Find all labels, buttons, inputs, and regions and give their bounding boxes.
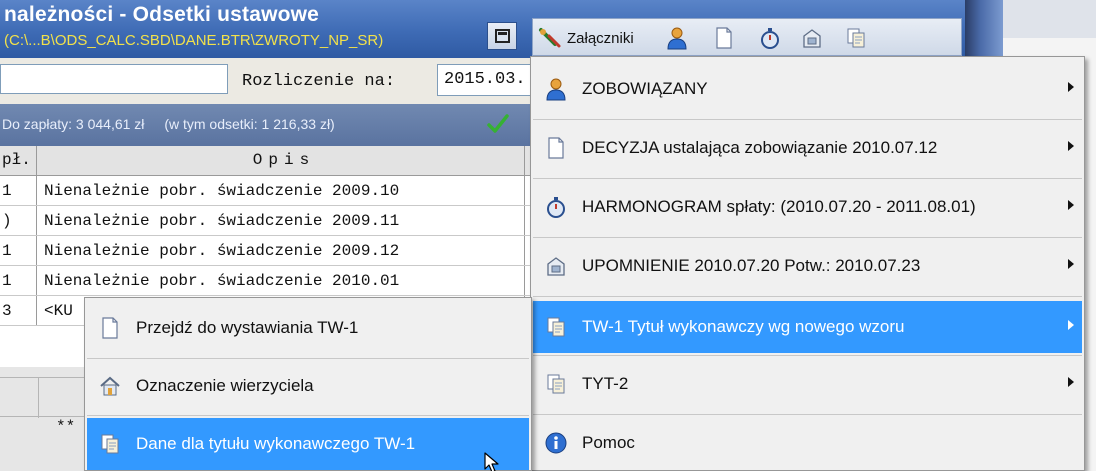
mailbox-icon bbox=[547, 257, 565, 276]
table-row[interactable]: 1 Nienależnie pobr. świadczenie 2009.12 bbox=[0, 236, 540, 266]
menu-item-tyt2[interactable]: TYT-2 bbox=[533, 358, 1082, 410]
mailbox-button[interactable] bbox=[801, 26, 823, 50]
submenu-arrow-icon bbox=[1068, 82, 1074, 92]
checkmark-icon[interactable] bbox=[486, 112, 510, 136]
table-row[interactable]: ) Nienależnie pobr. świadczenie 2009.11 bbox=[0, 206, 540, 236]
copy-documents-icon bbox=[847, 28, 865, 48]
totals-stars: ** bbox=[56, 418, 76, 436]
person-button[interactable] bbox=[666, 26, 688, 50]
submenu-arrow-icon bbox=[1068, 200, 1074, 210]
table-row[interactable]: 1 Nienależnie pobr. świadczenie 2009.10 bbox=[0, 176, 540, 206]
menu-item-pomoc[interactable]: Pomoc bbox=[533, 417, 1082, 469]
summary-text: Do zapłaty: 3 044,61 zł (w tym odsetki: … bbox=[2, 116, 335, 132]
calculator-icon bbox=[495, 29, 510, 43]
attachments-toolbar: Załączniki bbox=[532, 18, 962, 56]
submenu-item-dane-tw1[interactable]: Dane dla tytułu wykonawczego TW-1 bbox=[87, 418, 529, 470]
attachments-menu: ZOBOWIĄZANY DECYZJA ustalająca zobowiąza… bbox=[530, 56, 1085, 471]
left-text-field[interactable] bbox=[0, 64, 228, 94]
person-icon bbox=[667, 27, 687, 50]
copy-documents-button[interactable] bbox=[845, 26, 867, 50]
window-file-path: (C:\...B\ODS_CALC.SBD\DANE.BTR\ZWROTY_NP… bbox=[4, 32, 384, 49]
copy-documents-icon bbox=[547, 374, 565, 394]
background-window-header bbox=[1003, 0, 1096, 38]
column-header-description[interactable]: Opis bbox=[38, 146, 524, 175]
settlement-date-field[interactable]: 2015.03. bbox=[437, 64, 540, 96]
submenu-arrow-icon bbox=[1068, 377, 1074, 387]
person-icon bbox=[546, 78, 566, 101]
submenu-arrow-icon bbox=[1068, 320, 1074, 330]
document-icon bbox=[716, 27, 732, 49]
submenu-item-przejdz-tw1[interactable]: Przejdź do wystawiania TW-1 bbox=[87, 302, 529, 354]
menu-item-harmonogram[interactable]: HARMONOGRAM spłaty: (2010.07.20 - 2011.0… bbox=[533, 181, 1082, 233]
paperclip-icon bbox=[539, 28, 561, 48]
document-icon bbox=[548, 137, 564, 159]
table-header: pł. Opis bbox=[0, 146, 540, 176]
house-icon bbox=[100, 376, 120, 396]
copy-documents-icon bbox=[547, 317, 565, 337]
stopwatch-icon bbox=[761, 28, 779, 49]
calculator-button[interactable] bbox=[487, 22, 517, 50]
submenu-arrow-icon bbox=[1068, 259, 1074, 269]
settlement-label: Rozliczenie na: bbox=[242, 72, 396, 91]
column-header-no[interactable]: pł. bbox=[0, 146, 37, 175]
summary-bar: Do zapłaty: 3 044,61 zł (w tym odsetki: … bbox=[0, 104, 540, 146]
document-button[interactable] bbox=[713, 26, 735, 50]
tw1-submenu: Przejdź do wystawiania TW-1 Oznaczenie w… bbox=[84, 297, 532, 471]
menu-item-upomnienie[interactable]: UPOMNIENIE 2010.07.20 Potw.: 2010.07.23 bbox=[533, 240, 1082, 292]
stopwatch-icon bbox=[547, 197, 565, 218]
window-title: należności - Odsetki ustawowe bbox=[4, 3, 320, 26]
stopwatch-button[interactable] bbox=[759, 26, 781, 50]
menu-item-tw1[interactable]: TW-1 Tytuł wykonawczy wg nowego wzoru bbox=[533, 301, 1082, 353]
menu-item-zobowiazany[interactable]: ZOBOWIĄZANY bbox=[533, 63, 1082, 115]
info-icon bbox=[545, 432, 567, 454]
attachments-button[interactable]: Załączniki bbox=[537, 24, 634, 52]
amount-due: Do zapłaty: 3 044,61 zł bbox=[2, 116, 145, 132]
interest-amount: (w tym odsetki: 1 216,33 zł) bbox=[164, 116, 335, 132]
menu-item-decyzja[interactable]: DECYZJA ustalająca zobowiązanie 2010.07.… bbox=[533, 122, 1082, 174]
submenu-arrow-icon bbox=[1068, 141, 1074, 151]
copy-documents-icon bbox=[101, 434, 119, 454]
table-row[interactable]: 1 Nienależnie pobr. świadczenie 2010.01 bbox=[0, 266, 540, 296]
submenu-item-oznaczenie-wierzyciela[interactable]: Oznaczenie wierzyciela bbox=[87, 360, 529, 412]
mouse-cursor-icon bbox=[484, 452, 499, 471]
attachments-label: Załączniki bbox=[567, 29, 634, 47]
mailbox-icon bbox=[803, 29, 821, 48]
document-icon bbox=[102, 317, 118, 339]
settlement-form: Rozliczenie na: 2015.03. bbox=[0, 58, 540, 104]
